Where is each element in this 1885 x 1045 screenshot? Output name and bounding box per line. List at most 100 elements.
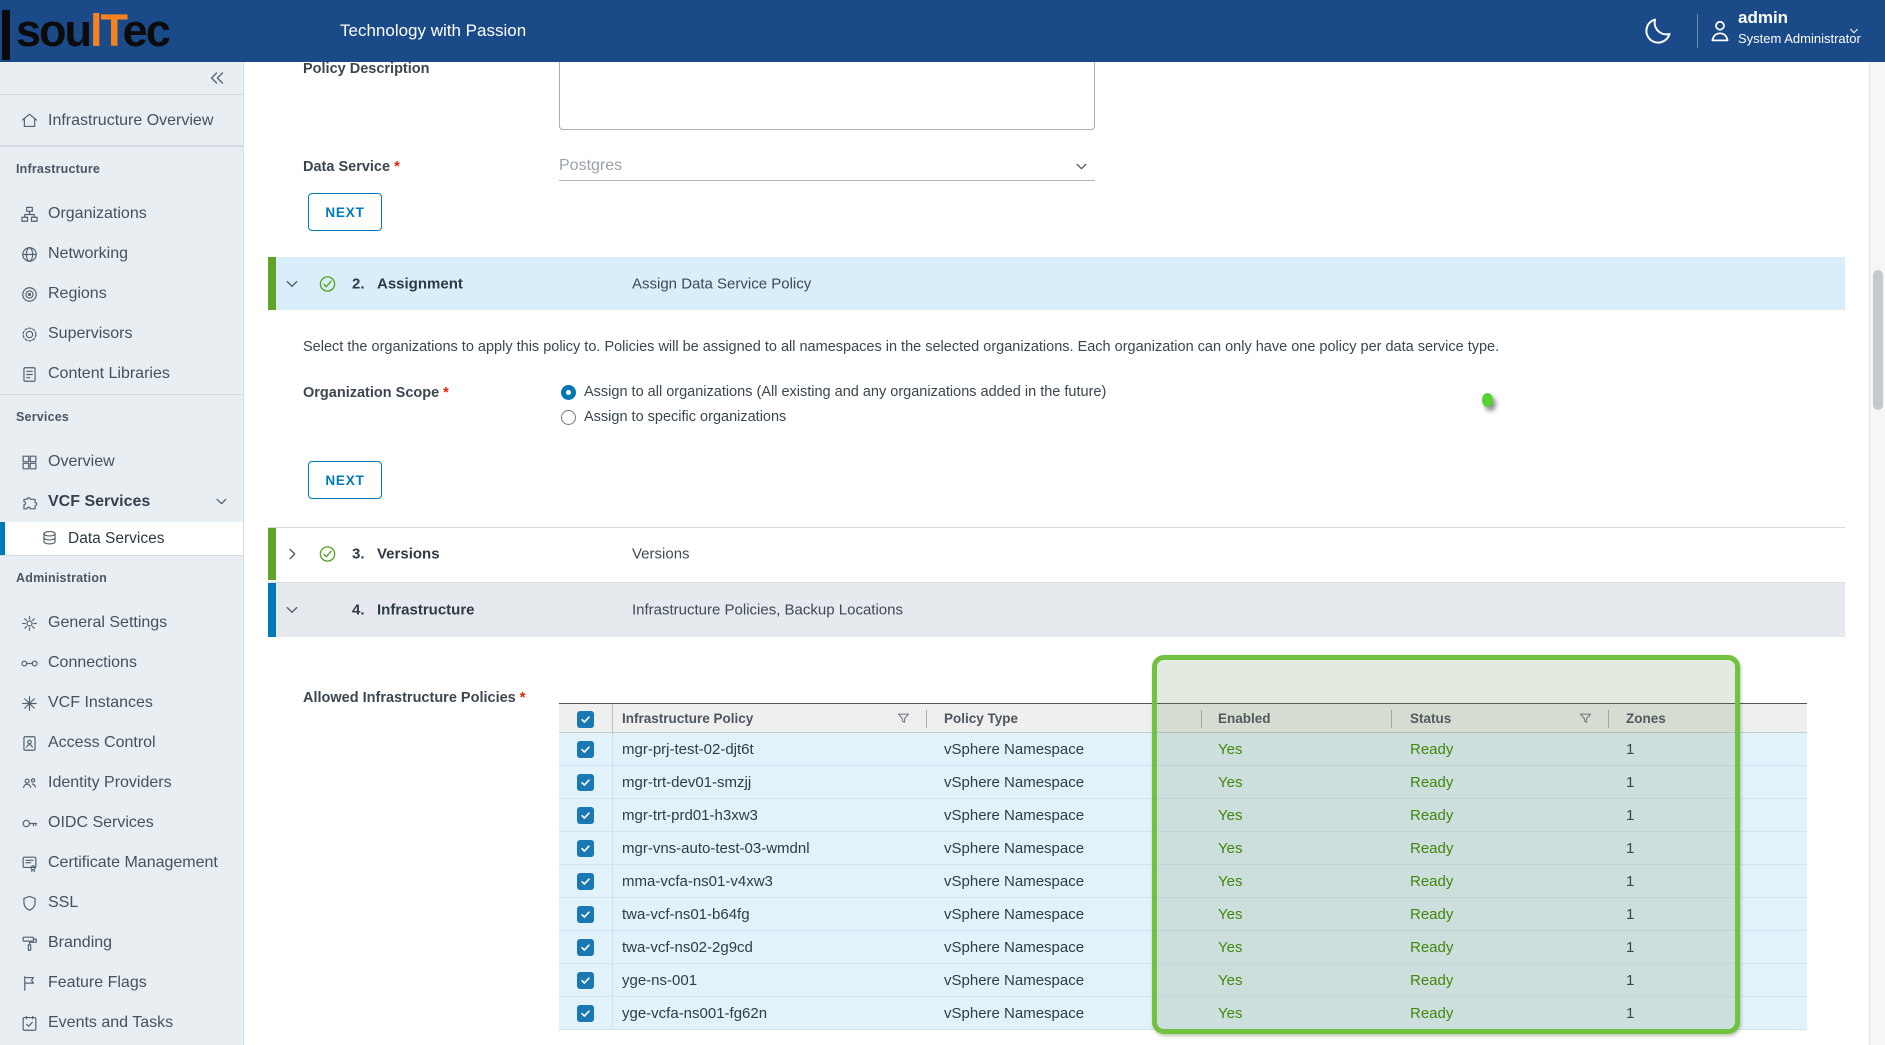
cell-status: Ready [1392,906,1609,923]
check-icon [580,714,591,725]
sidebar-item-connections[interactable]: Connections [0,643,243,683]
cell-enabled: Yes [1202,774,1392,791]
sidebar-item-regions[interactable]: Regions [0,274,243,314]
cell-enabled: Yes [1202,807,1392,824]
column-header-zones[interactable]: Zones [1609,704,1807,734]
sidebar-item-organizations[interactable]: Organizations [0,194,243,234]
sidebar-item-events-and-tasks[interactable]: Events and Tasks [0,1003,243,1043]
sidebar-item-infrastructure-overview[interactable]: Infrastructure Overview [0,95,243,146]
cell-status: Ready [1392,939,1609,956]
select-all-checkbox[interactable] [577,711,594,728]
sidebar-item-label: Branding [48,934,112,952]
sidebar-section-label-administration: Administration [0,555,243,595]
overview-icon [20,453,39,472]
cell-type: vSphere Namespace [927,873,1202,890]
sidebar-item-label: General Settings [48,614,167,632]
ssl-icon [20,894,39,913]
column-header-infrastructure-policy[interactable]: Infrastructure Policy [613,704,927,734]
row-checkbox[interactable] [577,906,594,923]
step4-header[interactable]: 4. Infrastructure Infrastructure Policie… [268,582,1845,637]
cell-zones: 1 [1609,741,1807,758]
row-checkbox[interactable] [577,972,594,989]
filter-icon[interactable] [1578,711,1593,726]
sidebar-item-content-libraries[interactable]: Content Libraries [0,354,243,394]
sidebar-item-label: Events and Tasks [48,1014,173,1032]
row-checkbox[interactable] [577,807,594,824]
data-services-icon [40,529,59,548]
vcf-services-icon [20,493,39,512]
step2-header[interactable]: 2. Assignment Assign Data Service Policy [268,257,1845,310]
cell-zones: 1 [1609,807,1807,824]
row-checkbox[interactable] [577,741,594,758]
sidebar-item-ssl[interactable]: SSL [0,883,243,923]
cell-status: Ready [1392,972,1609,989]
sidebar-item-label: SSL [48,894,78,912]
radio-assign-specific-organizations[interactable]: Assign to specific organizations [561,409,786,425]
regions-icon [20,285,39,304]
branding-icon [20,934,39,953]
sidebar-item-feature-flags[interactable]: Feature Flags [0,963,243,1003]
radio-assign-all-organizations[interactable]: Assign to all organizations (All existin… [561,384,1106,400]
row-checkbox[interactable] [577,1005,594,1022]
user-menu-chevron-down-icon[interactable] [1846,25,1862,37]
table-row: yge-ns-001vSphere NamespaceYesReady1 [559,964,1807,997]
events-tasks-icon [20,1014,39,1033]
sidebar-item-label: Supervisors [48,325,132,343]
row-checkbox[interactable] [577,939,594,956]
row-checkbox-cell [559,733,613,765]
sidebar-item-vcf-services[interactable]: VCF Services [0,482,243,522]
row-checkbox-cell [559,964,613,996]
column-header-enabled[interactable]: Enabled [1202,704,1392,734]
sidebar-item-general-settings[interactable]: General Settings [0,603,243,643]
data-service-select[interactable]: Postgres [559,151,1095,181]
moon-icon [1642,15,1674,47]
cell-status: Ready [1392,774,1609,791]
check-icon [580,942,591,953]
row-checkbox[interactable] [577,774,594,791]
row-checkbox[interactable] [577,840,594,857]
sidebar-item-identity-providers[interactable]: Identity Providers [0,763,243,803]
column-header-label: Enabled [1218,711,1271,726]
cell-type: vSphere Namespace [927,807,1202,824]
row-checkbox-cell [559,766,613,798]
step1-next-button[interactable]: NEXT [308,193,382,231]
table-row: mma-vcfa-ns01-v4xw3vSphere NamespaceYesR… [559,865,1807,898]
sidebar-item-networking[interactable]: Networking [0,234,243,274]
row-checkbox-cell [559,799,613,831]
step2-status-bar [268,257,276,310]
step3-header[interactable]: 3. Versions Versions [268,527,1845,580]
sidebar-item-oidc-services[interactable]: OIDC Services [0,803,243,843]
row-checkbox-cell [559,865,613,897]
vertical-scrollbar [1869,62,1885,1045]
cell-name: mgr-trt-dev01-smzjj [613,774,927,791]
sidebar-item-label: Regions [48,285,107,303]
cell-zones: 1 [1609,840,1807,857]
chevron-down-icon [284,276,300,292]
sidebar-item-supervisors[interactable]: Supervisors [0,314,243,354]
sidebar-item-data-services[interactable]: Data Services [0,522,243,555]
sidebar-collapse-icon[interactable] [207,68,227,88]
allowed-infrastructure-policies-label: Allowed Infrastructure Policies* [303,690,525,706]
dark-mode-toggle[interactable] [1642,15,1674,47]
step2-next-button[interactable]: NEXT [308,461,382,499]
row-checkbox-cell [559,898,613,930]
sidebar-item-overview[interactable]: Overview [0,442,243,482]
filter-icon[interactable] [896,711,911,726]
sidebar-item-certificate-management[interactable]: Certificate Management [0,843,243,883]
table-row: mgr-prj-test-02-djt6tvSphere NamespaceYe… [559,733,1807,766]
sidebar-item-access-control[interactable]: Access Control [0,723,243,763]
sidebar-item-branding[interactable]: Branding [0,923,243,963]
sidebar-item-vcf-instances[interactable]: VCF Instances [0,683,243,723]
step4-number: 4. [352,602,365,619]
home-icon [20,111,39,130]
column-header-policy-type[interactable]: Policy Type [927,704,1202,734]
cell-enabled: Yes [1202,939,1392,956]
scrollbar-thumb[interactable] [1873,270,1883,410]
cell-type: vSphere Namespace [927,939,1202,956]
cell-enabled: Yes [1202,840,1392,857]
table-row: mgr-trt-dev01-smzjjvSphere NamespaceYesR… [559,766,1807,799]
chevron-down-icon [1074,159,1089,174]
sidebar-item-label: Access Control [48,734,156,752]
column-header-status[interactable]: Status [1392,704,1609,734]
row-checkbox[interactable] [577,873,594,890]
